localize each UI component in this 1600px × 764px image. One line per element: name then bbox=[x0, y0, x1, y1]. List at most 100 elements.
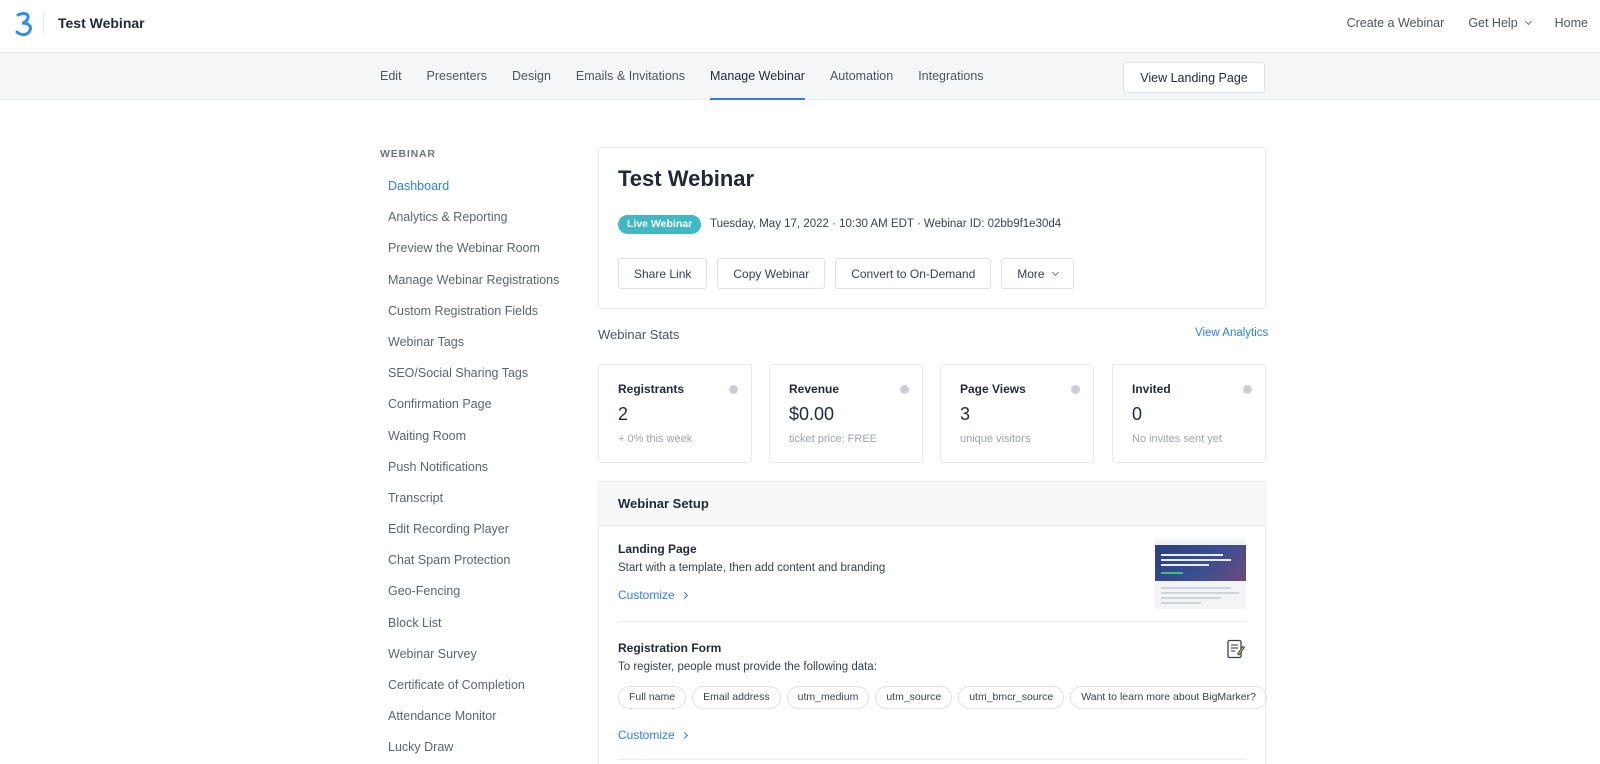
registration-fields: Full name Email address utm_medium utm_s… bbox=[618, 686, 1273, 709]
tab-integrations[interactable]: Integrations bbox=[918, 53, 983, 100]
stat-label: Page Views bbox=[960, 382, 1026, 396]
view-analytics-link[interactable]: View Analytics bbox=[1195, 327, 1268, 339]
sidebar-item-attendance-monitor[interactable]: Attendance Monitor bbox=[388, 701, 559, 732]
nav-create-webinar-label: Create a Webinar bbox=[1346, 16, 1445, 30]
registration-customize-link[interactable]: Customize bbox=[618, 728, 688, 742]
registration-form-desc: To register, people must provide the fol… bbox=[618, 661, 877, 673]
registration-form-title: Registration Form bbox=[618, 641, 722, 655]
chevron-right-icon bbox=[680, 731, 688, 740]
stat-card-page-views: Page Views 3 unique visitors bbox=[940, 364, 1094, 463]
webinar-meta: Tuesday, May 17, 2022 · 10:30 AM EDT · W… bbox=[710, 218, 1062, 230]
setup-header: Webinar Setup bbox=[599, 482, 1265, 526]
stat-sub: + 0% this week bbox=[618, 433, 693, 445]
stat-card-invited: Invited 0 No invites sent yet bbox=[1112, 364, 1266, 463]
view-landing-page-button[interactable]: View Landing Page bbox=[1123, 62, 1265, 93]
sidebar-menu: Dashboard Analytics & Reporting Preview … bbox=[388, 171, 559, 764]
bigmarker-logo-icon[interactable] bbox=[14, 11, 36, 37]
stat-value: 0 bbox=[1132, 404, 1143, 424]
sidebar-item-seo-social-tags[interactable]: SEO/Social Sharing Tags bbox=[388, 358, 559, 389]
section-divider bbox=[618, 621, 1247, 622]
webinar-actions: Share Link Copy Webinar Convert to On-De… bbox=[618, 258, 1084, 289]
section-divider bbox=[618, 759, 1247, 760]
webinar-summary-card: Test Webinar Live Webinar Tuesday, May 1… bbox=[598, 147, 1266, 309]
chevron-down-icon bbox=[1524, 17, 1532, 26]
sidebar-item-preview-webinar-room[interactable]: Preview the Webinar Room bbox=[388, 233, 559, 264]
convert-on-demand-button[interactable]: Convert to On-Demand bbox=[835, 258, 992, 289]
stat-sub: ticket price: FREE bbox=[789, 433, 878, 445]
nav-home-label: Home bbox=[1554, 16, 1588, 30]
stat-card-revenue: Revenue $0.00 ticket price: FREE bbox=[769, 364, 923, 463]
sub-nav: Edit Presenters Design Emails & Invitati… bbox=[0, 53, 1600, 100]
sidebar-item-transcript[interactable]: Transcript bbox=[388, 483, 559, 514]
stat-label: Revenue bbox=[789, 382, 840, 396]
info-icon[interactable] bbox=[900, 385, 909, 394]
landing-page-desc: Start with a template, then add content … bbox=[618, 562, 886, 574]
copy-webinar-button[interactable]: Copy Webinar bbox=[717, 258, 826, 289]
sidebar-item-geo-fencing[interactable]: Geo-Fencing bbox=[388, 576, 559, 607]
sidebar-item-certificate-completion[interactable]: Certificate of Completion bbox=[388, 670, 559, 701]
registration-form-icon bbox=[1227, 639, 1246, 659]
chevron-right-icon bbox=[680, 591, 688, 600]
app-title: Test Webinar bbox=[58, 15, 145, 31]
tab-edit[interactable]: Edit bbox=[380, 53, 402, 100]
sidebar-item-chat-spam-protection[interactable]: Chat Spam Protection bbox=[388, 545, 559, 576]
sidebar-item-waiting-room[interactable]: Waiting Room bbox=[388, 421, 559, 452]
stats-title: Webinar Stats bbox=[598, 327, 680, 342]
sidebar-item-lucky-draw[interactable]: Lucky Draw bbox=[388, 732, 559, 763]
info-icon[interactable] bbox=[729, 385, 738, 394]
sidebar-item-analytics-reporting[interactable]: Analytics & Reporting bbox=[388, 202, 559, 233]
nav-get-help-label: Get Help bbox=[1468, 16, 1518, 30]
sidebar-item-confirmation-page[interactable]: Confirmation Page bbox=[388, 389, 559, 420]
stat-sub: No invites sent yet bbox=[1132, 433, 1222, 445]
page-title: Test Webinar bbox=[618, 166, 755, 191]
info-icon[interactable] bbox=[1243, 385, 1252, 394]
status-badge: Live Webinar bbox=[618, 215, 702, 234]
sidebar-item-webinar-survey[interactable]: Webinar Survey bbox=[388, 639, 559, 670]
stat-label: Registrants bbox=[618, 382, 685, 396]
top-nav: Create a Webinar Get Help Home bbox=[1347, 13, 1600, 33]
landing-customize-link[interactable]: Customize bbox=[618, 588, 688, 602]
more-button[interactable]: More bbox=[1001, 258, 1074, 289]
tab-design[interactable]: Design bbox=[512, 53, 551, 100]
sidebar-heading: WEBINAR bbox=[380, 148, 436, 160]
sidebar-item-edit-recording-player[interactable]: Edit Recording Player bbox=[388, 514, 559, 545]
field-chip: Email address bbox=[692, 686, 781, 709]
field-chip: utm_medium bbox=[786, 686, 870, 709]
nav-create-webinar[interactable]: Create a Webinar bbox=[1347, 16, 1445, 30]
stat-sub: unique visitors bbox=[960, 433, 1031, 445]
customize-label: Customize bbox=[618, 588, 675, 602]
stat-card-registrants: Registrants 2 + 0% this week bbox=[598, 364, 752, 463]
logo-divider bbox=[43, 12, 44, 34]
sidebar-item-block-list[interactable]: Block List bbox=[388, 608, 559, 639]
field-chip: utm_bmcr_source bbox=[958, 686, 1065, 709]
setup-title: Webinar Setup bbox=[618, 496, 709, 511]
tab-manage-webinar[interactable]: Manage Webinar bbox=[710, 53, 805, 100]
more-button-label: More bbox=[1017, 266, 1045, 281]
sidebar-item-push-notifications[interactable]: Push Notifications bbox=[388, 452, 559, 483]
info-icon[interactable] bbox=[1071, 385, 1080, 394]
nav-home[interactable]: Home bbox=[1555, 16, 1588, 30]
stat-label: Invited bbox=[1132, 382, 1171, 396]
chevron-down-icon bbox=[1051, 268, 1059, 276]
tab-emails-invitations[interactable]: Emails & Invitations bbox=[576, 53, 685, 100]
sidebar-item-custom-registration-fields[interactable]: Custom Registration Fields bbox=[388, 296, 559, 327]
top-header: Test Webinar Create a Webinar Get Help H… bbox=[0, 0, 1600, 53]
nav-get-help[interactable]: Get Help bbox=[1468, 16, 1532, 30]
sidebar-item-manage-registrations[interactable]: Manage Webinar Registrations bbox=[388, 265, 559, 296]
tab-bar: Edit Presenters Design Emails & Invitati… bbox=[380, 53, 1009, 100]
field-chip: utm_source bbox=[875, 686, 953, 709]
share-link-button[interactable]: Share Link bbox=[618, 258, 708, 289]
landing-page-thumbnail[interactable] bbox=[1155, 539, 1246, 609]
stat-value: 2 bbox=[618, 404, 629, 424]
thumbnail-hero bbox=[1155, 545, 1246, 581]
landing-page-title: Landing Page bbox=[618, 542, 697, 556]
field-chip: Full name bbox=[618, 686, 687, 709]
customize-label: Customize bbox=[618, 728, 675, 742]
field-chip: Want to learn more about BigMarker? bbox=[1070, 686, 1267, 709]
sidebar-item-dashboard[interactable]: Dashboard bbox=[388, 171, 559, 202]
tab-presenters[interactable]: Presenters bbox=[427, 53, 487, 100]
tab-automation[interactable]: Automation bbox=[830, 53, 893, 100]
webinar-setup-card: Webinar Setup Landing Page Start with a … bbox=[598, 481, 1267, 764]
sidebar-item-webinar-tags[interactable]: Webinar Tags bbox=[388, 327, 559, 358]
stat-value: 3 bbox=[960, 404, 971, 424]
